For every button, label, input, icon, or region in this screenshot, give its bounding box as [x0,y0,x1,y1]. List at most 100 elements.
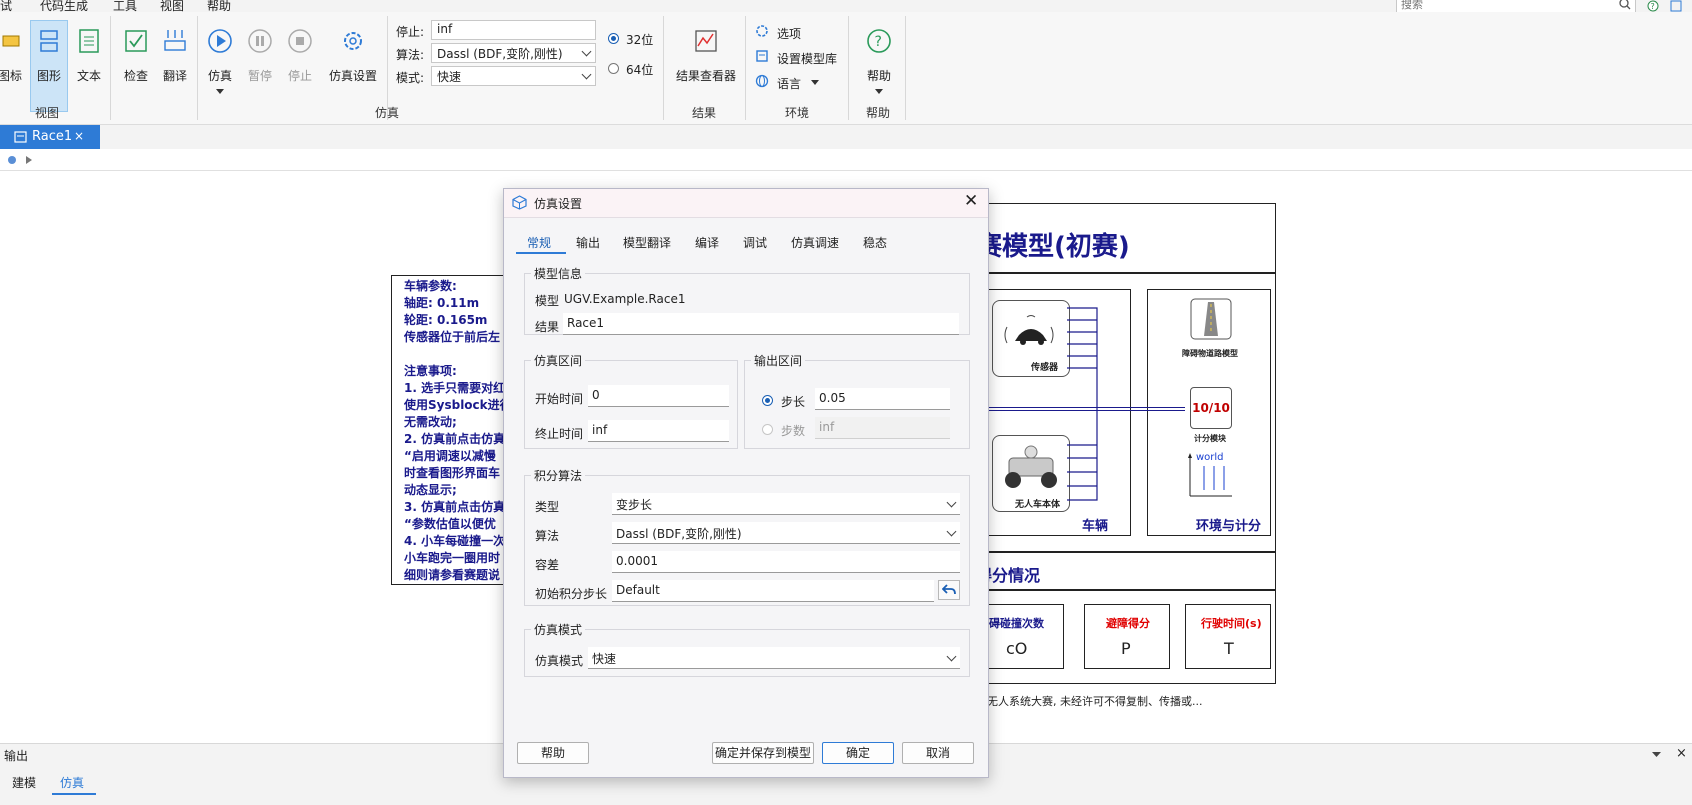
close-icon[interactable]: ✕ [964,191,978,211]
radio-step-count[interactable] [762,424,773,435]
radio-32bit[interactable] [608,33,619,44]
chevron-right-icon[interactable] [26,156,32,164]
menu-view[interactable]: 视图 [160,0,184,12]
note-line: “参数估值以便优 [404,517,496,531]
sim-mode-select[interactable]: 快速 [588,647,960,669]
model-label: 模型 [535,294,560,308]
help-button[interactable]: 帮助 [517,742,589,764]
stop-time-field[interactable]: inf [431,20,596,40]
tab-steady-state[interactable]: 稳态 [863,234,887,251]
tab-debug[interactable]: 调试 [743,234,767,251]
menu-tools[interactable]: 工具 [113,0,137,12]
divider [976,551,1275,553]
note-line: 3. 仿真前点击仿真 [404,500,506,514]
initial-step-input[interactable]: Default [612,580,934,602]
menu-debug[interactable]: 试 [0,0,12,12]
close-icon[interactable]: × [74,129,84,143]
icon-view-button[interactable]: 图标 [0,28,28,84]
mode-select[interactable]: 快速 [431,66,596,86]
text-view-label: 文本 [76,69,101,83]
end-time-input[interactable]: inf [588,420,729,442]
help-circle-icon[interactable]: ? [1647,0,1659,12]
dropdown-arrow-icon[interactable] [875,89,883,95]
dialog-titlebar[interactable]: 仿真设置 ✕ [504,189,988,218]
ribbon-separator [197,16,198,120]
dialog-title: 仿真设置 [534,197,583,211]
menu-help[interactable]: 帮助 [207,0,231,12]
score-box-collisions[interactable]: 障碍碰撞次数 cO [976,604,1064,669]
tab-sim-speed[interactable]: 仿真调速 [791,234,839,251]
algorithm-select[interactable]: Dassl (BDF,变阶,刚性) [431,43,596,63]
race-model-frame[interactable]: 赛模型(初赛) 传感器 无人车本体 车辆 障碍物道路模型 10/10 计分模块 … [975,203,1276,684]
tab-general[interactable]: 常规 [527,234,551,251]
vehicle-box[interactable]: 传感器 无人车本体 车辆 [976,289,1131,536]
ribbon-separator [745,16,746,120]
step-count-input[interactable]: inf [815,417,950,439]
translate-button[interactable]: 翻译 [157,28,193,84]
language-button[interactable]: 语言 [777,75,801,92]
radio-64bit[interactable] [608,63,619,74]
result-viewer-label: 结果查看器 [675,69,736,83]
menu-codegen[interactable]: 代码生成 [40,0,88,12]
start-time-label: 开始时间 [535,392,584,406]
environment-box[interactable]: 障碍物道路模型 10/10 计分模块 world 环境与计分 [1147,289,1271,536]
start-time-input[interactable]: 0 [588,385,729,407]
reset-button[interactable] [938,580,960,600]
mode-value: 快速 [437,70,462,84]
pause-button[interactable]: 暂停 [242,28,278,84]
save-and-ok-button[interactable]: 确定并保存到模型 [712,742,814,764]
search-input[interactable] [1397,0,1605,12]
score-box-avoid[interactable]: 避障得分 P [1084,604,1170,669]
tab-output[interactable]: 输出 [576,234,600,251]
simulate-button[interactable]: 仿真 [202,28,238,98]
integration-algo-value: Dassl (BDF,变阶,刚性) [616,527,742,541]
result-name-input[interactable]: Race1 [563,313,959,335]
options-button[interactable]: 选项 [777,25,801,42]
ok-button[interactable]: 确定 [822,742,894,764]
sim-settings-button[interactable]: 仿真设置 [326,28,380,84]
start-time-value: 0 [592,388,600,402]
help-icon: ? [867,29,891,53]
step-size-input[interactable]: 0.05 [815,388,950,410]
note-line: 小车跑完一圈用时 [404,551,501,565]
diagram-view-button[interactable]: 图形 [30,28,68,84]
model-library-button[interactable]: 设置模型库 [777,50,837,67]
tab-compile[interactable]: 编译 [695,234,719,251]
cancel-button[interactable]: 取消 [902,742,974,764]
tolerance-input[interactable]: 0.0001 [612,551,960,573]
text-view-button[interactable]: 文本 [70,28,108,84]
stop-button[interactable]: 停止 [282,28,318,84]
check-button[interactable]: 检查 [118,28,154,84]
integration-algo-select[interactable]: Dassl (BDF,变阶,刚性) [612,522,960,544]
chevron-down-icon [946,651,957,662]
stop-label: 停止 [287,69,312,83]
score-box-time[interactable]: 行驶时间(s) T [1185,604,1271,669]
search-icon[interactable] [1619,0,1631,10]
play-icon [208,29,232,53]
chevron-down-icon[interactable] [1652,752,1661,758]
tab-simulation[interactable]: 仿真 [60,774,84,791]
tab-model-translation[interactable]: 模型翻译 [623,234,671,251]
dropdown-arrow-icon[interactable] [216,89,224,95]
note-line: 使用Sysblock进行 [404,398,511,412]
result-viewer-button[interactable]: 结果查看器 [670,28,742,84]
package-icon[interactable] [7,155,17,165]
close-icon[interactable]: × [1676,746,1687,761]
tab-race1[interactable]: Race1 × [0,125,100,149]
help-button[interactable]: ? 帮助 [860,28,898,98]
initial-step-value: Default [616,583,660,597]
check-label: 检查 [123,69,148,83]
note-line: 车辆参数: [404,279,457,293]
check-icon [125,30,147,52]
score-module-block[interactable]: 10/10 [1190,387,1232,429]
note-line [404,346,498,363]
tab-modeling[interactable]: 建模 [12,774,36,791]
sensor-block[interactable]: 传感器 [992,300,1070,377]
notes-box[interactable]: 车辆参数: 轴距: 0.11m 轮距: 0.165m 传感器位于前后左 注意事项: 1. … [391,275,511,585]
result-label: 结果 [535,320,560,334]
maximize-icon[interactable] [1670,0,1682,12]
integration-type-select[interactable]: 变步长 [612,493,960,515]
dropdown-arrow-icon[interactable] [811,80,819,86]
vehicle-body-block[interactable]: 无人车本体 [992,435,1070,512]
radio-step-size[interactable] [762,395,773,406]
